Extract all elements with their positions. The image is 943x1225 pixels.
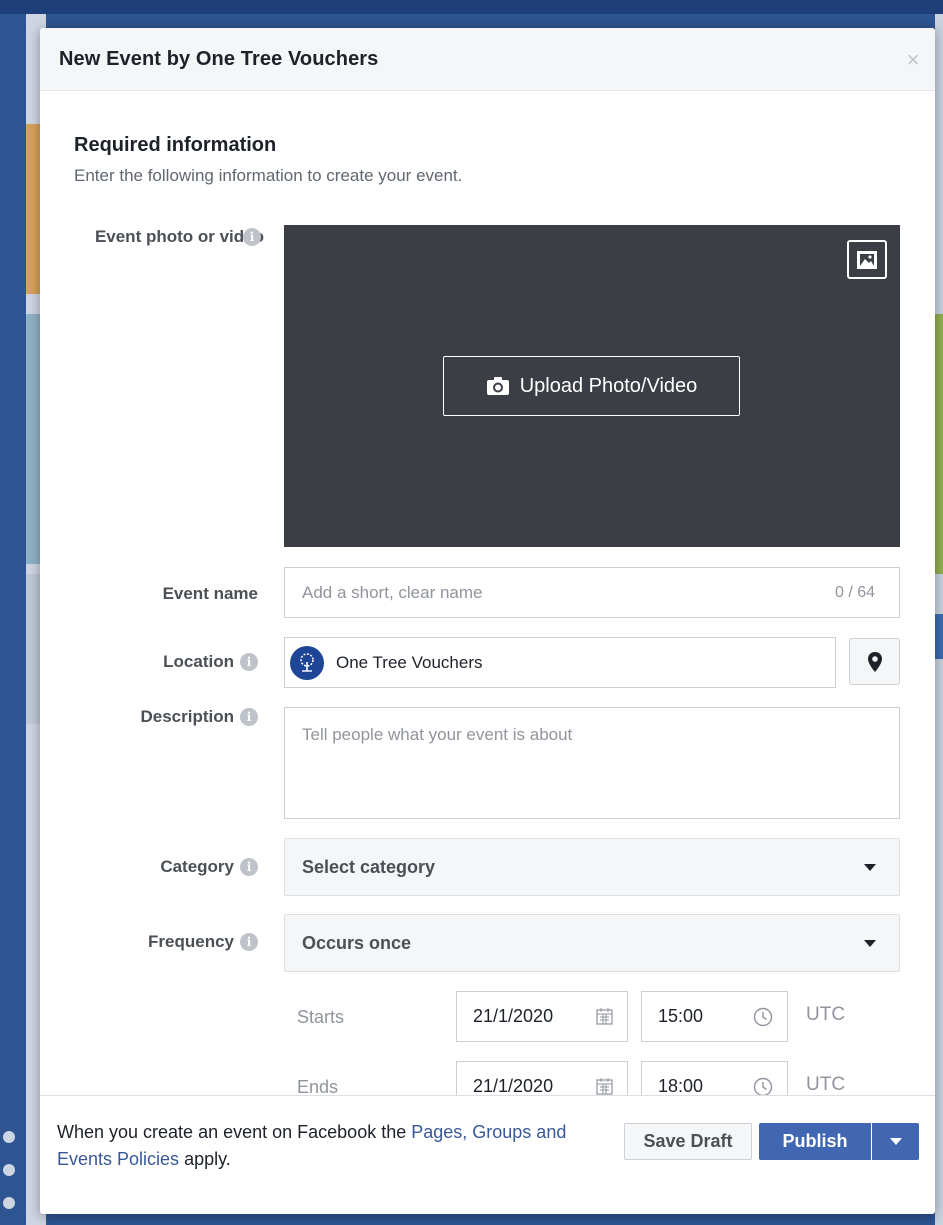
event-name-label: Event name [162, 584, 258, 603]
start-time-input[interactable]: 15:00 [641, 991, 788, 1042]
background-dot [3, 1197, 15, 1209]
camera-icon [486, 377, 509, 395]
clock-icon [753, 1077, 773, 1097]
background-dot [3, 1131, 15, 1143]
info-icon[interactable]: i [243, 228, 261, 246]
calendar-icon [596, 1008, 613, 1025]
start-date-input[interactable]: 21/1/2020 [456, 991, 628, 1042]
frequency-label: Frequency i [148, 932, 258, 952]
background-dot [3, 1164, 15, 1176]
dialog-footer: When you create an event on Facebook the… [40, 1095, 935, 1214]
page-avatar [290, 645, 324, 680]
background-left-edge [0, 14, 26, 1225]
tree-icon [300, 652, 314, 672]
map-pin-button[interactable] [849, 638, 900, 685]
event-name-input[interactable]: Add a short, clear name 0 / 64 [284, 567, 900, 618]
description-textarea[interactable]: Tell people what your event is about [284, 707, 900, 819]
info-icon[interactable]: i [240, 933, 258, 951]
background-top-bar [0, 0, 943, 14]
location-label: Location i [163, 652, 258, 672]
start-timezone: UTC [806, 1004, 846, 1025]
category-select[interactable]: Select category [284, 838, 900, 896]
publish-options-button[interactable] [872, 1123, 919, 1160]
info-icon[interactable]: i [240, 858, 258, 876]
photo-gallery-icon[interactable] [847, 240, 887, 279]
caret-down-icon [889, 1138, 902, 1145]
description-label: Description i [140, 707, 258, 727]
upload-photo-video-button[interactable]: Upload Photo/Video [443, 356, 740, 416]
section-subtitle: Enter the following information to creat… [74, 166, 463, 185]
clock-icon [753, 1007, 773, 1027]
publish-button[interactable]: Publish [759, 1123, 871, 1160]
caret-down-icon [864, 864, 876, 871]
map-pin-icon [867, 651, 882, 672]
policy-notice: When you create an event on Facebook the… [57, 1122, 567, 1169]
close-icon[interactable]: × [901, 48, 925, 72]
starts-label: Starts [297, 1007, 345, 1027]
location-input[interactable]: One Tree Vouchers [284, 637, 836, 688]
info-icon[interactable]: i [240, 653, 258, 671]
event-photo-area[interactable]: Upload Photo/Video [284, 225, 900, 547]
create-event-dialog: New Event by One Tree Vouchers × Require… [40, 28, 935, 1214]
dialog-title: New Event by One Tree Vouchers [59, 47, 379, 70]
character-counter: 0 / 64 [834, 583, 875, 601]
end-timezone: UTC [806, 1074, 846, 1095]
info-icon[interactable]: i [240, 708, 258, 726]
section-title: Required information [74, 134, 277, 156]
event-photo-label: Event photo or video [94, 227, 264, 246]
background-right-edge [935, 14, 943, 1225]
calendar-icon [596, 1078, 613, 1095]
frequency-select[interactable]: Occurs once [284, 914, 900, 972]
category-label: Category i [160, 857, 258, 877]
caret-down-icon [864, 940, 876, 947]
save-draft-button[interactable]: Save Draft [624, 1123, 752, 1160]
dialog-header: New Event by One Tree Vouchers × [40, 28, 935, 91]
